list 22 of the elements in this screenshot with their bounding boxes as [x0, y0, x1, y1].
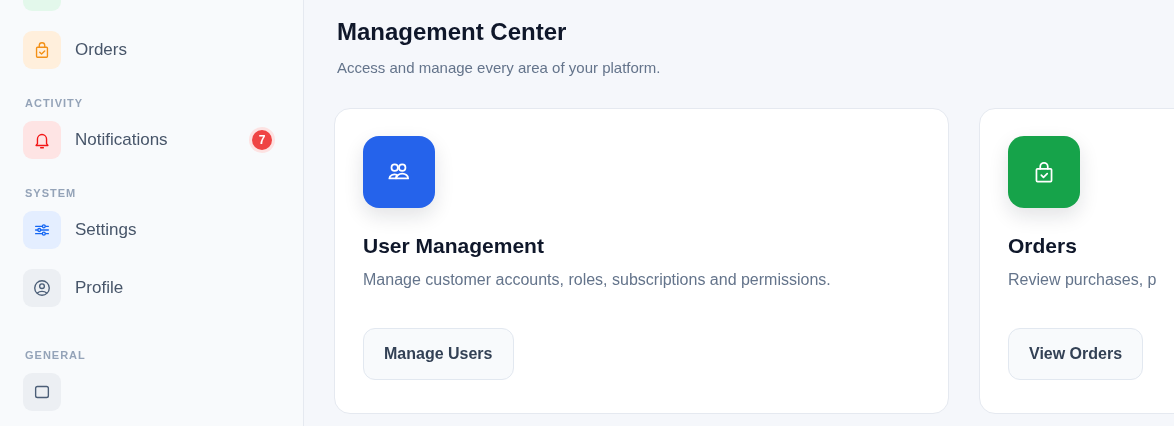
card-action-button[interactable]: View Orders [1008, 328, 1144, 381]
card-title: User Management [363, 233, 545, 259]
nav-item[interactable]: Notifications [75, 127, 252, 153]
section-heading: GENERAL [25, 348, 87, 363]
nav-icon-tile[interactable] [23, 121, 61, 159]
card-description: Manage customer accounts, roles, subscriptions and permissions. [363, 270, 832, 291]
nav-icon-tile[interactable] [23, 269, 61, 307]
page-title: Management Center [337, 18, 568, 47]
section-heading: ACTIVITY [25, 96, 85, 111]
nav-icon-tile[interactable] [23, 373, 61, 411]
card-action-button[interactable]: Manage Users [363, 328, 514, 381]
nav-icon-tile[interactable] [23, 211, 61, 249]
user-circle-icon [32, 278, 52, 298]
card-title: Orders [1008, 233, 1078, 259]
nav-item[interactable]: Settings [75, 217, 280, 243]
section-heading: SYSTEM [25, 186, 78, 201]
page-subtitle: Access and manage every area of your platform. [337, 57, 662, 78]
notification-count: 7 [252, 130, 272, 150]
nav-item[interactable]: Profile [75, 275, 280, 301]
nav-icon-tile[interactable] [23, 31, 61, 69]
nav-item[interactable]: Orders [75, 37, 280, 63]
card-description: Review purchases, p [1008, 270, 1158, 291]
